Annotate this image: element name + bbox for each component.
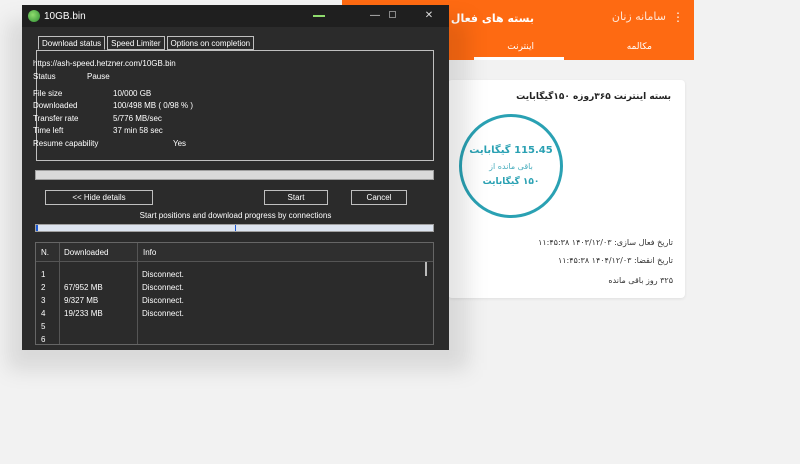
row-info: Disconnect.	[142, 270, 184, 279]
days-left: ۳۲۵ روز باقی مانده	[608, 276, 673, 285]
table-row[interactable]: 3 9/327 MB Disconnect.	[36, 296, 426, 309]
table-row[interactable]: 1 Disconnect.	[36, 270, 426, 283]
header-n[interactable]: N.	[41, 248, 49, 257]
download-progress-bar	[35, 170, 434, 180]
tab-options-on-completion[interactable]: Options on completion	[166, 36, 255, 50]
row-downloaded: 9/327 MB	[64, 296, 99, 305]
downloaded-label: Downloaded	[33, 101, 78, 110]
table-scrollbar[interactable]	[425, 262, 427, 276]
more-vert-icon[interactable]: ⋮	[672, 11, 684, 23]
logo-text: سامانه زنان	[611, 10, 666, 23]
tab-internet[interactable]: اینترنت	[507, 42, 534, 52]
status-value: Pause	[87, 72, 110, 81]
remaining-value: 115.45 گیگابایت	[469, 145, 553, 156]
header-downloaded[interactable]: Downloaded	[64, 248, 108, 257]
table-header: N. Downloaded Info	[36, 243, 433, 262]
row-number: 3	[41, 296, 46, 305]
file-size-value: 10/000 GB	[113, 89, 152, 98]
row-downloaded: 19/233 MB	[64, 309, 103, 318]
transfer-rate-value: 5/776 MB/sec	[113, 114, 162, 123]
remaining-label: باقی مانده از	[489, 162, 533, 171]
remaining-ring: 115.45 گیگابایت باقی مانده از ۱۵۰ گیگابا…	[459, 114, 563, 218]
tab-download-status[interactable]: Download status	[38, 36, 106, 50]
row-info: Disconnect.	[142, 283, 184, 292]
row-number: 1	[41, 270, 46, 279]
row-number: 5	[41, 322, 46, 331]
package-card: بسته اینترنت ۳۶۵روزه ۱۵۰گیگابایت 115.45 …	[448, 80, 685, 298]
downloaded-value: 100/498 MB ( 0/98 % )	[113, 101, 194, 110]
minimize-icon[interactable]: —	[368, 9, 382, 23]
maximize-icon[interactable]	[385, 9, 399, 23]
status-label: Status	[33, 72, 56, 81]
download-url: https://ash-speed.hetzner.com/10GB.bin	[33, 59, 176, 68]
total-value: ۱۵۰ گیگابایت	[482, 177, 540, 187]
start-button[interactable]: Start	[264, 190, 328, 205]
app-logo: سامانه زنان ⋮	[612, 10, 684, 23]
expiry-date: تاریخ انقضا: ۱۴۰۴/۱۲/۰۳ ۱۱:۴۵:۳۸	[557, 256, 673, 265]
dialog-tabs: Download status Speed Limiter Options on…	[38, 36, 255, 50]
transfer-rate-label: Transfer rate	[33, 114, 79, 123]
resume-label: Resume capability	[33, 139, 99, 148]
active-tab-indicator	[474, 57, 564, 60]
time-left-value: 37 min 58 sec	[113, 126, 163, 135]
row-number: 2	[41, 283, 46, 292]
activation-date: تاریخ فعال سازی: ۱۴۰۳/۱۲/۰۳ ۱۱:۴۵:۳۸	[538, 238, 673, 247]
window-title: 10GB.bin	[44, 11, 86, 22]
app-icon	[28, 10, 40, 22]
table-row[interactable]: 5	[36, 322, 426, 335]
row-downloaded: 67/952 MB	[64, 283, 103, 292]
connection-segment	[235, 225, 236, 231]
row-info: Disconnect.	[142, 309, 184, 318]
download-dialog: 10GB.bin — ✕ Download status Speed Limit…	[22, 5, 449, 350]
file-size-label: File size	[33, 89, 63, 98]
close-icon[interactable]: ✕	[422, 9, 436, 23]
table-row[interactable]: 4 19/233 MB Disconnect.	[36, 309, 426, 322]
table-row[interactable]: 2 67/952 MB Disconnect.	[36, 283, 426, 296]
table-row[interactable]: 6	[36, 335, 426, 344]
row-info: Disconnect.	[142, 296, 184, 305]
header-info[interactable]: Info	[143, 248, 156, 257]
time-left-label: Time left	[33, 126, 64, 135]
hide-details-button[interactable]: << Hide details	[45, 190, 153, 205]
connections-table: N. Downloaded Info 1 Disconnect. 2 67/95…	[35, 242, 434, 345]
row-number: 6	[41, 335, 46, 344]
title-bar[interactable]: 10GB.bin — ✕	[22, 5, 449, 27]
tab-speed-limiter[interactable]: Speed Limiter	[107, 36, 165, 50]
connections-progress-bar	[35, 224, 434, 232]
row-number: 4	[41, 309, 46, 318]
mouse-cursor-icon	[313, 15, 325, 17]
cancel-button[interactable]: Cancel	[351, 190, 407, 205]
resume-value: Yes	[173, 139, 187, 148]
connections-label: Start positions and download progress by…	[139, 211, 332, 220]
tab-call[interactable]: مکالمه	[627, 42, 652, 52]
package-name: بسته اینترنت ۳۶۵روزه ۱۵۰گیگابایت	[516, 92, 671, 102]
connection-segment	[36, 225, 38, 231]
